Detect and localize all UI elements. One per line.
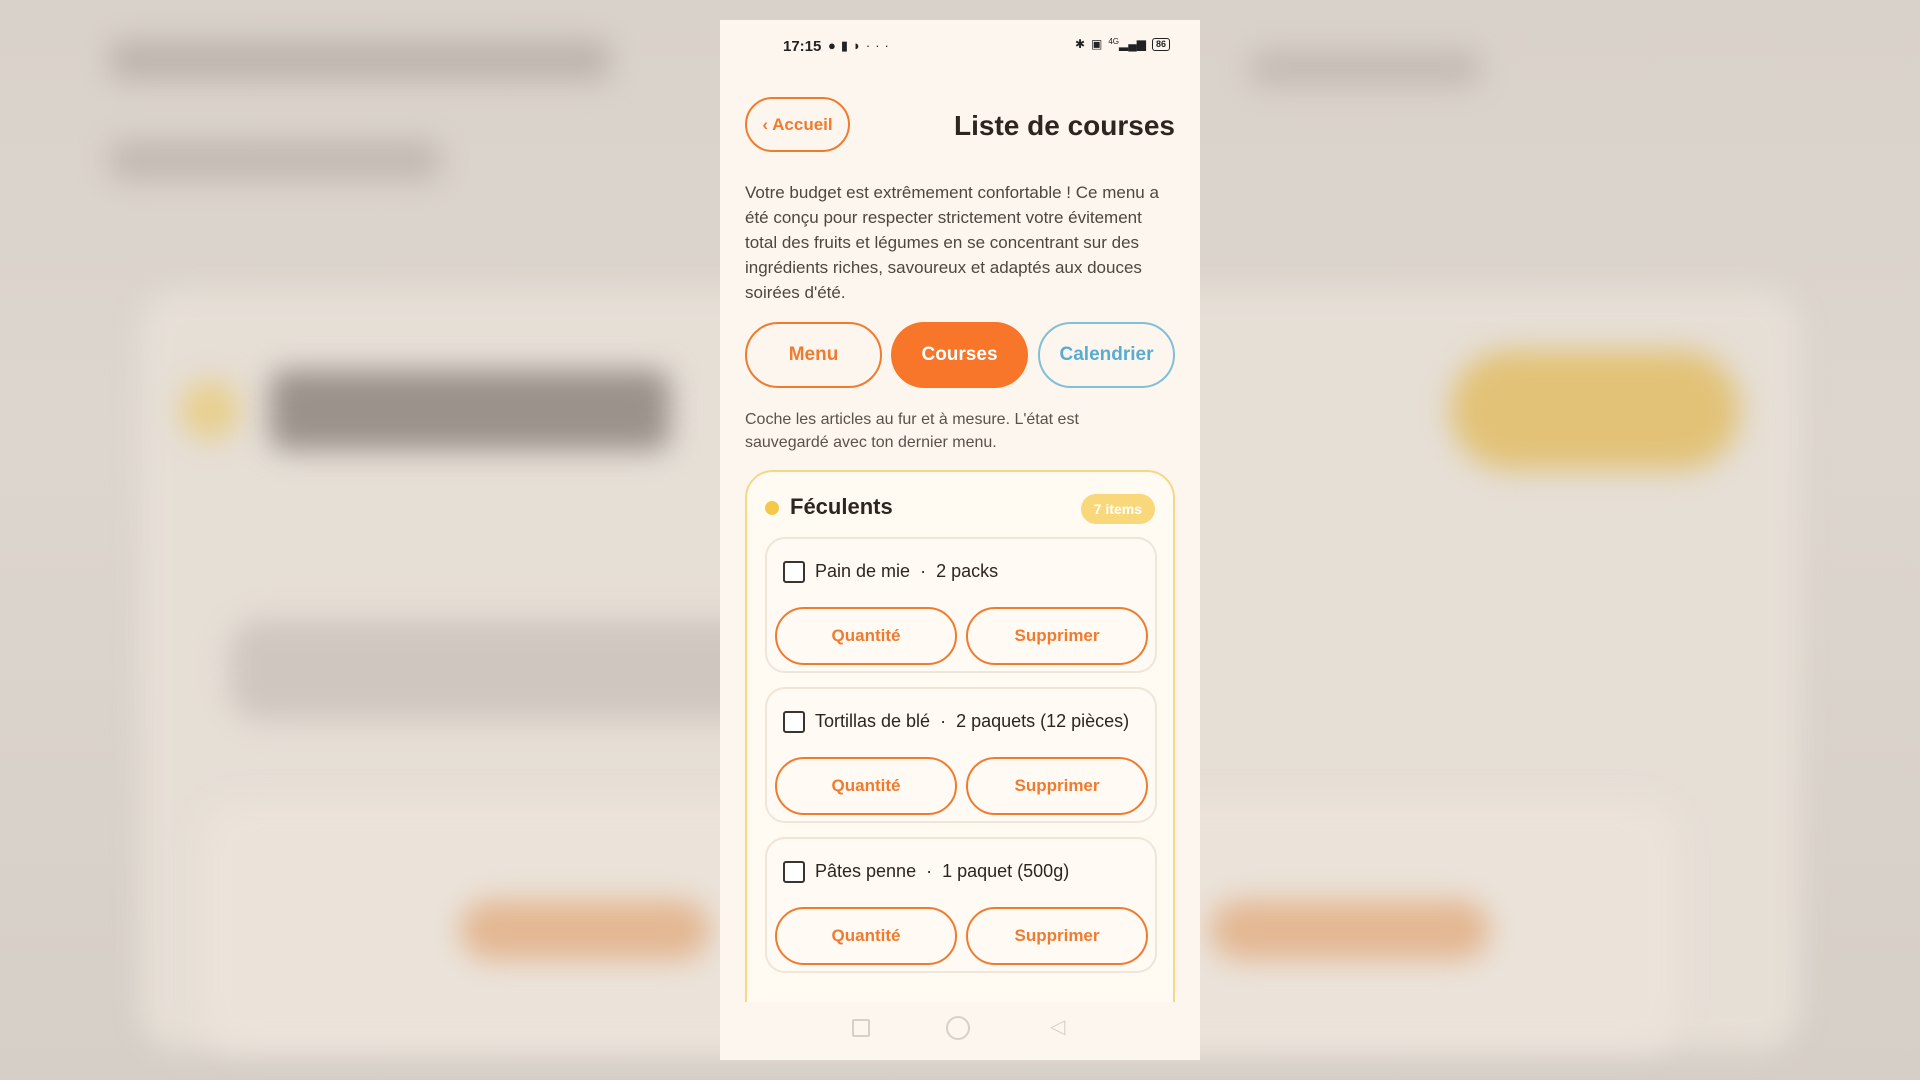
item-name: Pâtes penne: [815, 861, 917, 881]
blurred-shape: [1450, 350, 1740, 470]
status-time: 17:15: [783, 38, 822, 55]
quantity-button[interactable]: Quantité: [775, 907, 957, 965]
blurred-shape: [460, 900, 710, 960]
back-triangle-icon[interactable]: ◁: [1050, 1014, 1065, 1039]
item-quantity: 2 paquets (12 pièces): [956, 711, 1130, 731]
page-title: Liste de courses: [954, 110, 1175, 141]
more-dots-icon: ···: [865, 38, 894, 53]
tab-menu[interactable]: Menu: [745, 322, 882, 388]
quantity-button[interactable]: Quantité: [775, 757, 957, 815]
blurred-shape: [230, 620, 790, 720]
category-dot-icon: [765, 501, 779, 515]
blurred-shape: [110, 140, 440, 180]
list-item: Pâtes penne · 1 paquet (500g) Quantité Sup…: [765, 837, 1157, 973]
status-bar: 17:15 ●▮◗··· ✱ ▣ 4G▂▄▆ 86: [720, 20, 1200, 76]
bluetooth-icon: ✱: [1074, 37, 1085, 51]
delete-button[interactable]: Supprimer: [966, 607, 1148, 665]
quantity-button[interactable]: Quantité: [775, 607, 957, 665]
item-checkbox[interactable]: [783, 711, 805, 733]
back-home-button[interactable]: ‹ Accueil: [745, 97, 850, 152]
item-name: Pain de mie: [815, 561, 911, 581]
category-card-feculents: Féculents 7 items Pain de mie · 2 packs Qu…: [745, 470, 1175, 1060]
item-name: Tortillas de blé: [815, 711, 931, 731]
spotify-icon: ●: [828, 38, 841, 53]
item-checkbox[interactable]: [783, 861, 805, 883]
separator-dot: ·: [926, 861, 933, 881]
trash-icon: ▮: [840, 38, 854, 53]
blurred-shape: [180, 380, 240, 440]
item-checkbox[interactable]: [783, 561, 805, 583]
media-icon: ◗: [853, 38, 866, 53]
item-text: Pain de mie · 2 packs: [815, 561, 998, 582]
tab-courses[interactable]: Courses: [891, 322, 1028, 388]
battery-icon: 86: [1151, 37, 1170, 51]
item-text: Pâtes penne · 1 paquet (500g): [815, 861, 1069, 882]
list-item: Pain de mie · 2 packs Quantité Supprimer: [765, 537, 1157, 673]
list-item: Tortillas de blé · 2 paquets (12 pièces) Q…: [765, 687, 1157, 823]
phone-screen: 17:15 ●▮◗··· ✱ ▣ 4G▂▄▆ 86 ‹ Accueil List…: [720, 20, 1200, 1060]
volte-icon: ▣: [1091, 37, 1103, 51]
delete-button[interactable]: Supprimer: [966, 907, 1148, 965]
item-quantity: 2 packs: [936, 561, 999, 581]
separator-dot: ·: [940, 711, 947, 731]
blurred-shape: [270, 370, 670, 450]
system-nav-bar: ◁: [720, 1002, 1200, 1060]
blurred-shape: [1250, 50, 1480, 86]
item-text: Tortillas de blé · 2 paquets (12 pièces): [815, 711, 1129, 732]
recent-apps-icon[interactable]: [852, 1019, 870, 1037]
signal-4g-icon: 4G▂▄▆: [1108, 37, 1146, 51]
hint-text: Coche les articles au fur et à mesure. L…: [745, 411, 1079, 451]
blurred-shape: [110, 40, 610, 80]
separator-dot: ·: [920, 561, 927, 581]
status-right-icons: ✱ ▣ 4G▂▄▆ 86: [1075, 37, 1170, 51]
category-title: Féculents: [790, 494, 893, 519]
blurred-shape: [1210, 900, 1490, 960]
delete-button[interactable]: Supprimer: [966, 757, 1148, 815]
home-icon[interactable]: [946, 1016, 970, 1040]
tab-calendrier[interactable]: Calendrier: [1038, 322, 1175, 388]
budget-intro-text: Votre budget est extrêmement confortable…: [745, 183, 1159, 302]
item-count-badge: 7 items: [1080, 494, 1155, 524]
network-type: 4G: [1108, 37, 1120, 46]
item-quantity: 1 paquet (500g): [942, 861, 1070, 881]
status-left-icons: ●▮◗···: [828, 38, 894, 54]
